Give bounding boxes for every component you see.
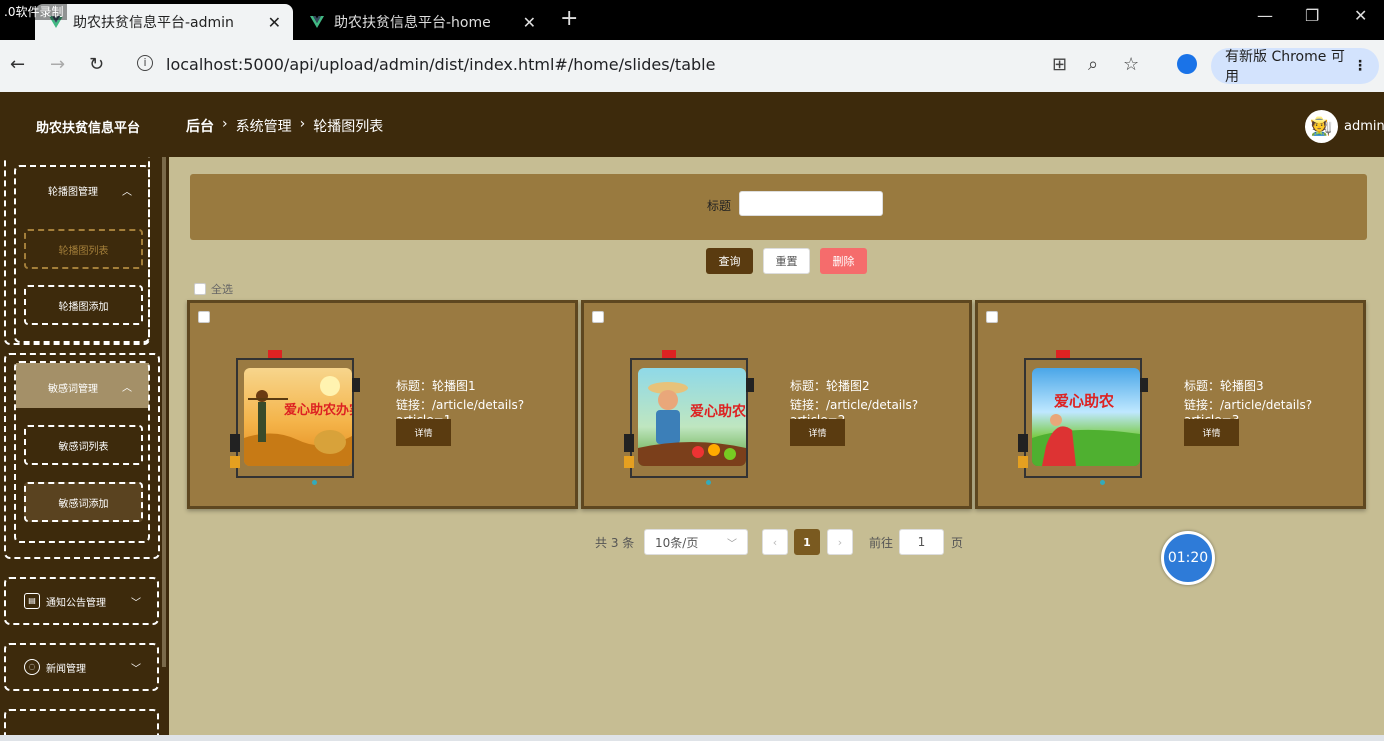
card-checkbox[interactable] [986, 311, 998, 323]
tab-admin-title: 助农扶贫信息平台-admin [73, 15, 234, 31]
card-image-frame: 爱心助农 [624, 348, 754, 485]
vue-logo-icon [310, 16, 324, 28]
card-title: 标题：轮播图3 [1184, 379, 1264, 393]
notice-label: 通知公告管理 [46, 597, 106, 609]
taskbar-strip [0, 735, 1384, 741]
tab-home-title: 助农扶贫信息平台-home [334, 15, 491, 31]
sensitive-group-title[interactable]: 敏感词管理 [48, 380, 98, 395]
bookmark-star-icon[interactable]: ☆ [1123, 54, 1139, 75]
restore-icon[interactable]: ❐ [1305, 6, 1319, 25]
new-tab-icon[interactable]: + [560, 6, 578, 31]
browser-tab-bar: .0软件录制 助农扶贫信息平台-admin ✕ 助农扶贫信息平台-home ✕ … [0, 0, 1384, 40]
tab-admin[interactable]: 助农扶贫信息平台-admin ✕ [35, 4, 293, 40]
chevron-down-icon: ﹀ [727, 538, 737, 550]
translate-icon[interactable]: ⊞ [1052, 54, 1067, 75]
chevron-right-icon: › [299, 116, 306, 132]
title-label: 标题 [707, 199, 732, 213]
select-all-checkbox[interactable] [194, 283, 206, 295]
prev-page-button[interactable]: ‹ [762, 529, 788, 555]
breadcrumb-home[interactable]: 后台 [186, 116, 214, 136]
detail-button[interactable]: 详情 [790, 419, 845, 446]
notice-icon: ▤ [24, 593, 40, 609]
select-all[interactable]: 全选 [194, 281, 233, 297]
carousel-group-title[interactable]: 轮播图管理 [48, 183, 98, 198]
card-image[interactable]: 爱心助农办实事 [244, 368, 352, 466]
chrome-update-button[interactable]: 有新版 Chrome 可用 ⋮ [1211, 48, 1379, 85]
query-button[interactable]: 查询 [706, 248, 753, 274]
zoom-icon[interactable]: ⌕ [1088, 54, 1098, 75]
address-bar[interactable]: localhost:5000/api/upload/admin/dist/ind… [166, 55, 715, 74]
window-close-icon[interactable]: ✕ [1354, 6, 1367, 25]
forward-icon[interactable]: → [50, 54, 65, 75]
breadcrumb: 后台 › 系统管理 › 轮播图列表 [186, 116, 383, 136]
breadcrumb-current: 轮播图列表 [313, 119, 384, 135]
card-image-frame: 爱心助农办实事 [230, 348, 360, 485]
profile-icon[interactable] [1177, 54, 1197, 74]
reload-icon[interactable]: ↻ [89, 54, 104, 75]
chevron-down-icon: ﹀ [131, 663, 141, 675]
carousel-card: 爱心助农 标题：轮播图3 链接：/article/details?article… [975, 300, 1366, 509]
back-icon[interactable]: ← [10, 54, 25, 75]
news-icon: ◌ [24, 659, 40, 675]
chevron-down-icon: ﹀ [131, 597, 141, 609]
pagination-total: 共 3 条 [595, 535, 635, 550]
more-menu-icon[interactable]: ⋮ [1353, 58, 1367, 74]
detail-button[interactable]: 详情 [396, 419, 451, 446]
next-page-button[interactable]: › [827, 529, 853, 555]
sidebar-item-news[interactable]: ◌ 新闻管理 ﹀ [4, 643, 159, 691]
brand-title: 助农扶贫信息平台 [36, 121, 141, 136]
recorder-label: .0软件录制 [0, 3, 68, 20]
browser-toolbar: ← → ↻ i localhost:5000/api/upload/admin/… [0, 40, 1384, 92]
detail-button[interactable]: 详情 [1184, 419, 1239, 446]
sidebar-item-carousel-add[interactable]: 轮播图添加 [24, 285, 143, 325]
card-checkbox[interactable] [592, 311, 604, 323]
select-all-label: 全选 [211, 283, 233, 296]
carousel-card: 爱心助农办实事 标题：轮播图1 链接：/article/details?arti… [187, 300, 578, 509]
goto-label: 前往 [869, 535, 894, 550]
sidebar-item-carousel-list[interactable]: 轮播图列表 [24, 229, 143, 269]
card-image[interactable]: 爱心助农 [638, 368, 746, 466]
tab-home[interactable]: 助农扶贫信息平台-home ✕ [296, 4, 548, 40]
reset-button[interactable]: 重置 [763, 248, 810, 274]
close-icon[interactable]: ✕ [268, 13, 281, 32]
app-header: 助农扶贫信息平台 后台 › 系统管理 › 轮播图列表 🧑‍🌾 admin [0, 92, 1384, 157]
minimize-icon[interactable]: — [1257, 6, 1273, 25]
goto-page-input[interactable]: 1 [899, 529, 944, 555]
chevron-right-icon: › [222, 116, 228, 132]
sidebar: 轮播图管理 ︿ 轮播图列表 轮播图添加 敏感词管理 ︿ 敏感词列表 敏感词添加 … [0, 157, 169, 741]
news-label: 新闻管理 [46, 663, 86, 675]
update-label: 有新版 Chrome 可用 [1225, 49, 1345, 85]
chevron-up-icon[interactable]: ︿ [122, 183, 132, 198]
card-title: 标题：轮播图2 [790, 379, 870, 393]
user-menu[interactable]: 🧑‍🌾 admin [1305, 110, 1384, 143]
sidebar-item-sensitive-list[interactable]: 敏感词列表 [24, 425, 143, 465]
carousel-card: 爱心助农 标题：轮播图2 链接：/article/details?article… [581, 300, 972, 509]
title-search-input[interactable] [739, 191, 883, 216]
breadcrumb-system: 系统管理 [235, 119, 292, 135]
card-image-text: 爱心助农 [690, 403, 746, 420]
card-checkbox[interactable] [198, 311, 210, 323]
card-image[interactable]: 爱心助农 [1032, 368, 1140, 466]
card-image-frame: 爱心助农 [1018, 348, 1148, 485]
sidebar-item-sensitive-add[interactable]: 敏感词添加 [24, 482, 143, 522]
sidebar-item-notice[interactable]: ▤ 通知公告管理 ﹀ [4, 577, 159, 625]
username: admin [1344, 119, 1384, 134]
delete-button[interactable]: 删除 [820, 248, 867, 274]
recording-timer[interactable]: 01:20 [1161, 531, 1215, 585]
card-title: 标题：轮播图1 [396, 379, 476, 393]
site-info-icon[interactable]: i [137, 55, 153, 71]
page-size-value: 10条/页 [655, 535, 699, 550]
chevron-up-icon[interactable]: ︿ [122, 379, 132, 394]
page-unit-label: 页 [951, 535, 964, 550]
card-image-text: 爱心助农办实事 [284, 402, 352, 418]
page-number-current[interactable]: 1 [794, 529, 820, 555]
page-size-select[interactable]: 10条/页 ﹀ [644, 529, 748, 555]
sidebar-scrollbar[interactable] [162, 157, 166, 667]
card-image-text: 爱心助农 [1054, 392, 1114, 410]
avatar: 🧑‍🌾 [1305, 110, 1338, 143]
close-icon[interactable]: ✕ [523, 13, 536, 32]
